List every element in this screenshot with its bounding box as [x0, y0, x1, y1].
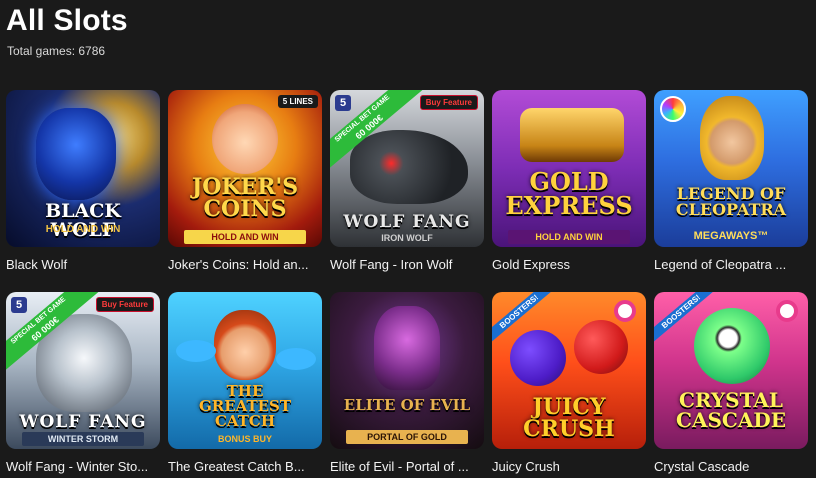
game-logo: GOLD EXPRESS [505, 167, 633, 220]
fisherman-icon [214, 310, 276, 380]
game-card-wolf-fang-winter-storm[interactable]: 5 SPECIAL BET GAME 60 000€ Buy Feature W… [6, 292, 160, 474]
game-logo-sub: HOLD AND WIN [45, 224, 121, 235]
fish-icon [276, 348, 316, 370]
game-title[interactable]: Joker's Coins: Hold an... [168, 257, 322, 272]
buy-feature-badge: Buy Feature [419, 95, 478, 110]
game-title[interactable]: Gold Express [492, 257, 646, 272]
game-logo-sub: IRON WOLF [381, 233, 433, 243]
joker-icon [212, 104, 278, 174]
games-grid: BLACK WOLF HOLD AND WIN Black Wolf 5 LIN… [6, 90, 808, 474]
game-card-juicy-crush[interactable]: BOOSTERS! JUICY CRUSH Juicy Crush [492, 292, 646, 474]
fruit-icon [510, 330, 566, 386]
game-card-gold-express[interactable]: GOLD EXPRESS HOLD AND WIN Gold Express [492, 90, 646, 272]
game-thumbnail[interactable]: BLACK WOLF HOLD AND WIN [6, 90, 160, 247]
game-logo: ELITE OF EVIL [343, 396, 471, 414]
fruit-icon [574, 320, 628, 374]
studio-badge: 5 [335, 95, 351, 111]
game-thumbnail[interactable]: LEGEND OF CLEOPATRA MEGAWAYS™ [654, 90, 808, 247]
game-thumbnail[interactable]: 5 LINES JOKER'S COINS HOLD AND WIN [168, 90, 322, 247]
game-card-jokers-coins[interactable]: 5 LINES JOKER'S COINS HOLD AND WIN Joker… [168, 90, 322, 272]
game-logo-sub: MEGAWAYS™ [693, 230, 769, 242]
game-title[interactable]: Crystal Cascade [654, 459, 808, 474]
game-logo-sub: HOLD AND WIN [508, 230, 630, 244]
game-title[interactable]: Legend of Cleopatra ... [654, 257, 808, 272]
game-logo-sub: HOLD AND WIN [184, 230, 306, 244]
cleopatra-icon [700, 96, 764, 180]
game-logo: CRYSTAL CASCADE [676, 388, 786, 432]
game-card-black-wolf[interactable]: BLACK WOLF HOLD AND WIN Black Wolf [6, 90, 160, 272]
game-thumbnail[interactable]: GOLD EXPRESS HOLD AND WIN [492, 90, 646, 247]
game-logo: WOLF FANG [343, 212, 471, 232]
lines-badge: 5 LINES [277, 95, 318, 108]
game-title[interactable]: Black Wolf [6, 257, 160, 272]
game-logo: JOKER'S COINS [191, 174, 299, 222]
game-title[interactable]: Wolf Fang - Winter Sto... [6, 459, 160, 474]
color-wheel-icon [660, 96, 686, 122]
page-title: All Slots [6, 4, 128, 37]
game-title[interactable]: Juicy Crush [492, 459, 646, 474]
game-title[interactable]: The Greatest Catch B... [168, 459, 322, 474]
game-title[interactable]: Elite of Evil - Portal of ... [330, 459, 484, 474]
alien-icon [694, 308, 770, 384]
game-thumbnail[interactable]: ELITE OF EVIL PORTAL OF GOLD [330, 292, 484, 449]
game-card-crystal-cascade[interactable]: BOOSTERS! CRYSTAL CASCADE Crystal Cascad… [654, 292, 808, 474]
iron-wolf-icon [350, 130, 468, 204]
game-title[interactable]: Wolf Fang - Iron Wolf [330, 257, 484, 272]
game-logo-sub: WINTER STORM [22, 432, 144, 446]
game-card-elite-of-evil[interactable]: ELITE OF EVIL PORTAL OF GOLD Elite of Ev… [330, 292, 484, 474]
provider-badge-icon [614, 300, 636, 322]
game-logo-sub: BONUS BUY [217, 434, 272, 444]
game-thumbnail[interactable]: BOOSTERS! JUICY CRUSH [492, 292, 646, 449]
game-logo: WOLF FANG [19, 412, 147, 432]
train-icon [520, 108, 624, 162]
game-logo-sub: PORTAL OF GOLD [346, 430, 468, 444]
wolf-icon [36, 108, 116, 200]
game-card-the-greatest-catch[interactable]: THE GREATEST CATCH BONUS BUY The Greates… [168, 292, 322, 474]
game-thumbnail[interactable]: BOOSTERS! CRYSTAL CASCADE [654, 292, 808, 449]
demon-icon [374, 306, 440, 390]
game-logo: LEGEND OF CLEOPATRA [675, 184, 787, 219]
game-thumbnail[interactable]: THE GREATEST CATCH BONUS BUY [168, 292, 322, 449]
fish-icon [176, 340, 216, 362]
provider-badge-icon [776, 300, 798, 322]
game-card-legend-of-cleopatra[interactable]: LEGEND OF CLEOPATRA MEGAWAYS™ Legend of … [654, 90, 808, 272]
buy-feature-badge: Buy Feature [95, 297, 154, 312]
total-games-count: Total games: 6786 [7, 44, 106, 58]
game-card-wolf-fang-iron-wolf[interactable]: 5 SPECIAL BET GAME 60 000€ Buy Feature W… [330, 90, 484, 272]
studio-badge: 5 [11, 297, 27, 313]
game-thumbnail[interactable]: 5 SPECIAL BET GAME 60 000€ Buy Feature W… [330, 90, 484, 247]
game-thumbnail[interactable]: 5 SPECIAL BET GAME 60 000€ Buy Feature W… [6, 292, 160, 449]
game-logo: JUICY CRUSH [523, 394, 615, 442]
all-slots-page: All Slots Total games: 6786 BLACK WOLF H… [0, 0, 816, 478]
game-logo: THE GREATEST CATCH [198, 382, 292, 430]
